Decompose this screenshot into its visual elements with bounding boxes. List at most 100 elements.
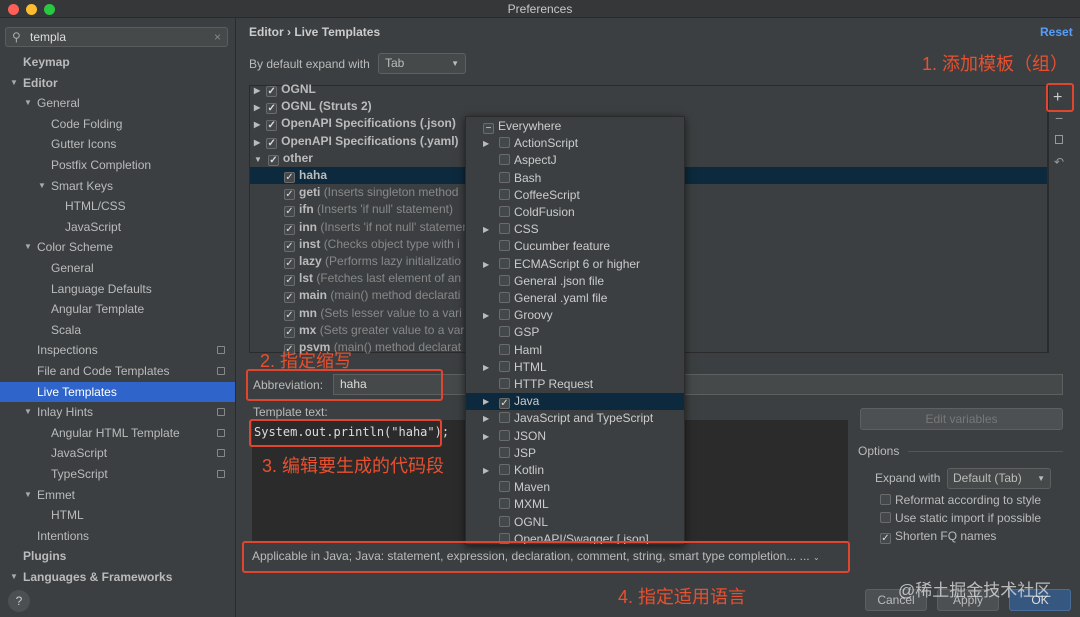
checkbox[interactable] bbox=[499, 137, 510, 149]
checkbox[interactable] bbox=[499, 154, 510, 166]
context-item[interactable]: ▶ CSS bbox=[466, 221, 684, 238]
clear-search-icon[interactable]: × bbox=[214, 28, 221, 46]
checkbox[interactable]: ✓ bbox=[284, 206, 295, 218]
checkbox[interactable] bbox=[499, 412, 510, 424]
expand-triangle-icon[interactable]: ▶ bbox=[254, 103, 260, 112]
checkbox[interactable]: ✓ bbox=[284, 240, 295, 252]
context-item[interactable]: ▶ JSON bbox=[466, 428, 684, 445]
sidebar-item[interactable]: ▼ Smart Keys bbox=[0, 176, 235, 196]
template-row[interactable]: ✓ inn (Inserts 'if not null' statement bbox=[250, 219, 465, 236]
context-item[interactable]: Maven bbox=[466, 479, 684, 496]
checkbox[interactable] bbox=[499, 481, 510, 493]
checkbox[interactable]: ✓ bbox=[284, 275, 295, 287]
expand-arrow-icon[interactable]: ▶ bbox=[483, 410, 489, 427]
sidebar-item[interactable]: Scala bbox=[0, 320, 235, 340]
sidebar-item[interactable]: Live Templates bbox=[0, 381, 235, 402]
checkbox[interactable] bbox=[499, 171, 510, 183]
option-checkbox[interactable]: Use static import if possible bbox=[880, 511, 1041, 525]
minimize-window-button[interactable] bbox=[26, 4, 37, 15]
expand-triangle-icon[interactable]: ▼ bbox=[24, 237, 32, 257]
checkbox[interactable] bbox=[499, 515, 510, 527]
checkbox[interactable]: ✓ bbox=[266, 120, 278, 132]
sidebar-item[interactable]: Angular HTML Template bbox=[0, 423, 235, 443]
sidebar-item[interactable]: HTML bbox=[0, 505, 235, 525]
checkbox[interactable]: ✓ bbox=[267, 154, 279, 166]
sidebar-item[interactable]: ▼ Languages & Frameworks bbox=[0, 567, 235, 587]
checkbox[interactable]: ✓ bbox=[880, 533, 891, 544]
search-input[interactable]: ⚲ templa × bbox=[5, 27, 228, 47]
sidebar-item[interactable]: Plugins bbox=[0, 546, 235, 566]
option-checkbox[interactable]: ✓ Shorten FQ names bbox=[880, 529, 996, 544]
checkbox[interactable] bbox=[499, 188, 510, 200]
expand-triangle-icon[interactable]: ▼ bbox=[38, 176, 46, 196]
sidebar-item[interactable]: Gutter Icons bbox=[0, 134, 235, 154]
expand-arrow-icon[interactable]: ▶ bbox=[483, 135, 489, 152]
context-item[interactable]: General .yaml file bbox=[466, 290, 684, 307]
sidebar-item[interactable]: ▼ Color Scheme bbox=[0, 237, 235, 257]
checkbox[interactable]: ✓ bbox=[284, 258, 295, 269]
context-item[interactable]: OGNL bbox=[466, 514, 684, 531]
checkbox[interactable]: ✓ bbox=[284, 172, 295, 183]
context-item[interactable]: Bash bbox=[466, 170, 684, 187]
context-item[interactable]: GSP bbox=[466, 324, 684, 341]
checkbox[interactable] bbox=[499, 274, 510, 286]
context-item[interactable]: ▶ HTML bbox=[466, 359, 684, 376]
sidebar-item[interactable]: Code Folding bbox=[0, 114, 235, 134]
sidebar-item[interactable]: JavaScript bbox=[0, 217, 235, 237]
template-row[interactable]: ✓ geti (Inserts singleton method bbox=[250, 184, 465, 201]
sidebar-item[interactable]: ▼ Emmet bbox=[0, 485, 235, 505]
checkbox[interactable]: ✓ bbox=[284, 189, 295, 201]
sidebar-item[interactable]: JavaScript bbox=[0, 443, 235, 463]
expand-triangle-icon[interactable]: ▼ bbox=[10, 567, 18, 587]
checkbox[interactable] bbox=[499, 429, 510, 441]
checkbox[interactable] bbox=[499, 378, 510, 389]
checkbox[interactable]: − bbox=[483, 123, 494, 134]
template-group[interactable]: ▶ ✓ OGNL (Struts 2) bbox=[250, 98, 1047, 115]
context-item[interactable]: JSP bbox=[466, 445, 684, 462]
expand-arrow-icon[interactable]: ▶ bbox=[483, 307, 489, 324]
checkbox[interactable] bbox=[499, 326, 510, 338]
template-row[interactable]: ✓ inst (Checks object type with i bbox=[250, 236, 465, 253]
reset-link[interactable]: Reset bbox=[1040, 25, 1073, 39]
expand-arrow-icon[interactable]: ▶ bbox=[483, 462, 489, 479]
checkbox[interactable] bbox=[499, 257, 510, 269]
context-item[interactable]: ▶ ✓ Java bbox=[466, 393, 684, 411]
context-item[interactable]: HTTP Request bbox=[466, 376, 684, 393]
checkbox[interactable] bbox=[499, 498, 510, 510]
expand-default-select[interactable]: Tab ▼ bbox=[378, 53, 466, 74]
checkbox[interactable]: ✓ bbox=[266, 137, 278, 149]
template-row[interactable]: ✓ ifn (Inserts 'if null' statement) bbox=[250, 201, 465, 218]
context-item[interactable]: AspectJ bbox=[466, 152, 684, 169]
expand-triangle-icon[interactable]: ▼ bbox=[10, 73, 18, 93]
expand-triangle-icon[interactable]: ▼ bbox=[24, 402, 32, 422]
sidebar-item[interactable]: Angular Template bbox=[0, 299, 235, 319]
sidebar-item[interactable]: ▼ Inlay Hints bbox=[0, 402, 235, 422]
expand-with-select[interactable]: Default (Tab) ▼ bbox=[947, 468, 1051, 489]
expand-triangle-icon[interactable]: ▼ bbox=[24, 93, 32, 113]
sidebar-item[interactable]: ▼ General bbox=[0, 93, 235, 113]
context-item[interactable]: Haml bbox=[466, 342, 684, 359]
checkbox[interactable]: ✓ bbox=[284, 326, 295, 338]
sidebar-item[interactable]: Inspections bbox=[0, 340, 235, 360]
expand-triangle-icon[interactable]: ▶ bbox=[254, 86, 260, 95]
template-row[interactable]: ✓ lazy (Performs lazy initializatio bbox=[250, 253, 465, 270]
checkbox[interactable] bbox=[880, 494, 891, 505]
checkbox[interactable] bbox=[499, 292, 510, 303]
checkbox[interactable] bbox=[499, 464, 510, 475]
template-row[interactable]: ✓ mx (Sets greater value to a var bbox=[250, 322, 465, 339]
context-item[interactable]: ▶ JavaScript and TypeScript bbox=[466, 410, 684, 427]
close-window-button[interactable] bbox=[8, 4, 19, 15]
checkbox[interactable]: ✓ bbox=[266, 103, 278, 115]
checkbox[interactable] bbox=[499, 240, 510, 252]
context-item[interactable]: ▶ ActionScript bbox=[466, 135, 684, 152]
edit-variables-button[interactable]: Edit variables bbox=[860, 408, 1063, 430]
template-row[interactable]: ✓ lst (Fetches last element of an bbox=[250, 270, 465, 287]
expand-triangle-icon[interactable]: ▶ bbox=[254, 138, 260, 147]
sidebar-item[interactable]: Keymap bbox=[0, 52, 235, 72]
context-item[interactable]: ColdFusion bbox=[466, 204, 684, 221]
expand-triangle-icon[interactable]: ▼ bbox=[254, 155, 262, 164]
sidebar-item[interactable]: Intentions bbox=[0, 526, 235, 546]
expand-arrow-icon[interactable]: ▶ bbox=[483, 256, 489, 273]
sidebar-item[interactable]: Language Defaults bbox=[0, 279, 235, 299]
checkbox[interactable] bbox=[880, 512, 891, 523]
